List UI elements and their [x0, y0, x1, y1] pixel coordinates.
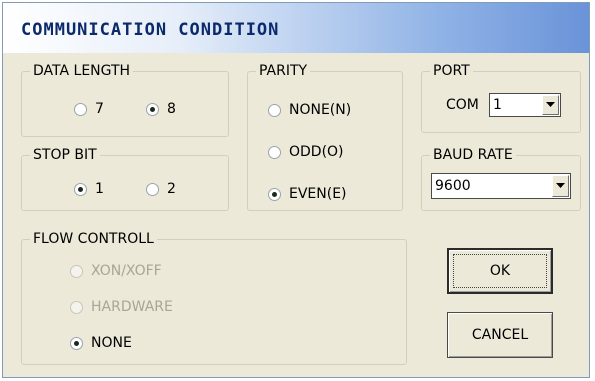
stop-bit-radio-2[interactable]: 2 [146, 181, 176, 197]
flow-control-option-label: HARDWARE [91, 299, 173, 315]
parity-option-label: ODD(O) [289, 144, 344, 160]
chevron-down-icon [546, 102, 555, 107]
port-prefix-label: COM [446, 97, 479, 113]
data-length-legend: DATA LENGTH [30, 62, 134, 80]
parity-group: PARITY NONE(N) ODD(O) EVEN(E) [247, 62, 403, 211]
port-selected-value: 1 [493, 97, 502, 113]
data-length-radio-8[interactable]: 8 [146, 101, 176, 117]
flow-control-option-label: NONE [91, 335, 132, 351]
data-length-option-label: 8 [167, 101, 176, 117]
parity-option-label: NONE(N) [289, 102, 352, 118]
radio-button-icon [70, 336, 83, 350]
radio-button-icon [74, 102, 87, 116]
focus-rectangle [453, 254, 547, 288]
baud-rate-dropdown-button[interactable] [552, 175, 569, 197]
cancel-button[interactable]: CANCEL [447, 312, 553, 358]
baud-rate-selected-value: 9600 [435, 178, 471, 194]
flow-control-radio-none[interactable]: NONE [70, 335, 132, 351]
stop-bit-group: STOP BIT 1 2 [21, 146, 229, 211]
radio-button-icon [70, 264, 83, 278]
parity-radio-odd[interactable]: ODD(O) [268, 144, 344, 160]
radio-button-icon [146, 102, 159, 116]
port-group: PORT COM 1 [421, 62, 581, 133]
communication-condition-dialog: COMMUNICATION CONDITION DATA LENGTH 7 8 … [2, 2, 590, 378]
stop-bit-legend: STOP BIT [30, 146, 100, 164]
chevron-down-icon [556, 183, 565, 188]
parity-option-label: EVEN(E) [289, 186, 347, 202]
baud-rate-group: BAUD RATE 9600 [421, 146, 581, 211]
parity-legend: PARITY [256, 62, 311, 80]
flow-control-radio-hardware[interactable]: HARDWARE [70, 299, 173, 315]
flow-control-legend: FLOW CONTROLL [30, 230, 157, 248]
port-legend: PORT [430, 62, 473, 80]
stop-bit-option-label: 2 [167, 181, 176, 197]
radio-button-icon [74, 182, 87, 196]
cancel-button-label: CANCEL [471, 327, 529, 343]
dialog-title: COMMUNICATION CONDITION [21, 20, 280, 40]
flow-control-option-label: XON/XOFF [91, 263, 162, 279]
flow-control-radio-xon-xoff[interactable]: XON/XOFF [70, 263, 162, 279]
radio-button-icon [268, 145, 281, 159]
stop-bit-option-label: 1 [95, 181, 104, 197]
title-bar: COMMUNICATION CONDITION [3, 3, 589, 53]
radio-button-icon [146, 182, 159, 196]
data-length-radio-7[interactable]: 7 [74, 101, 104, 117]
parity-radio-none[interactable]: NONE(N) [268, 102, 351, 118]
stop-bit-radio-1[interactable]: 1 [74, 181, 104, 197]
baud-rate-legend: BAUD RATE [430, 146, 516, 164]
data-length-group: DATA LENGTH 7 8 [21, 62, 229, 137]
radio-button-icon [268, 103, 281, 117]
parity-radio-even[interactable]: EVEN(E) [268, 186, 347, 202]
port-dropdown-button[interactable] [542, 95, 559, 115]
port-select[interactable]: 1 [489, 93, 561, 117]
flow-control-group: FLOW CONTROLL XON/XOFF HARDWARE NONE [21, 230, 407, 365]
radio-button-icon [70, 300, 83, 314]
ok-button[interactable]: OK [447, 248, 553, 294]
baud-rate-select[interactable]: 9600 [431, 173, 571, 199]
radio-button-icon [268, 187, 281, 201]
data-length-option-label: 7 [95, 101, 104, 117]
